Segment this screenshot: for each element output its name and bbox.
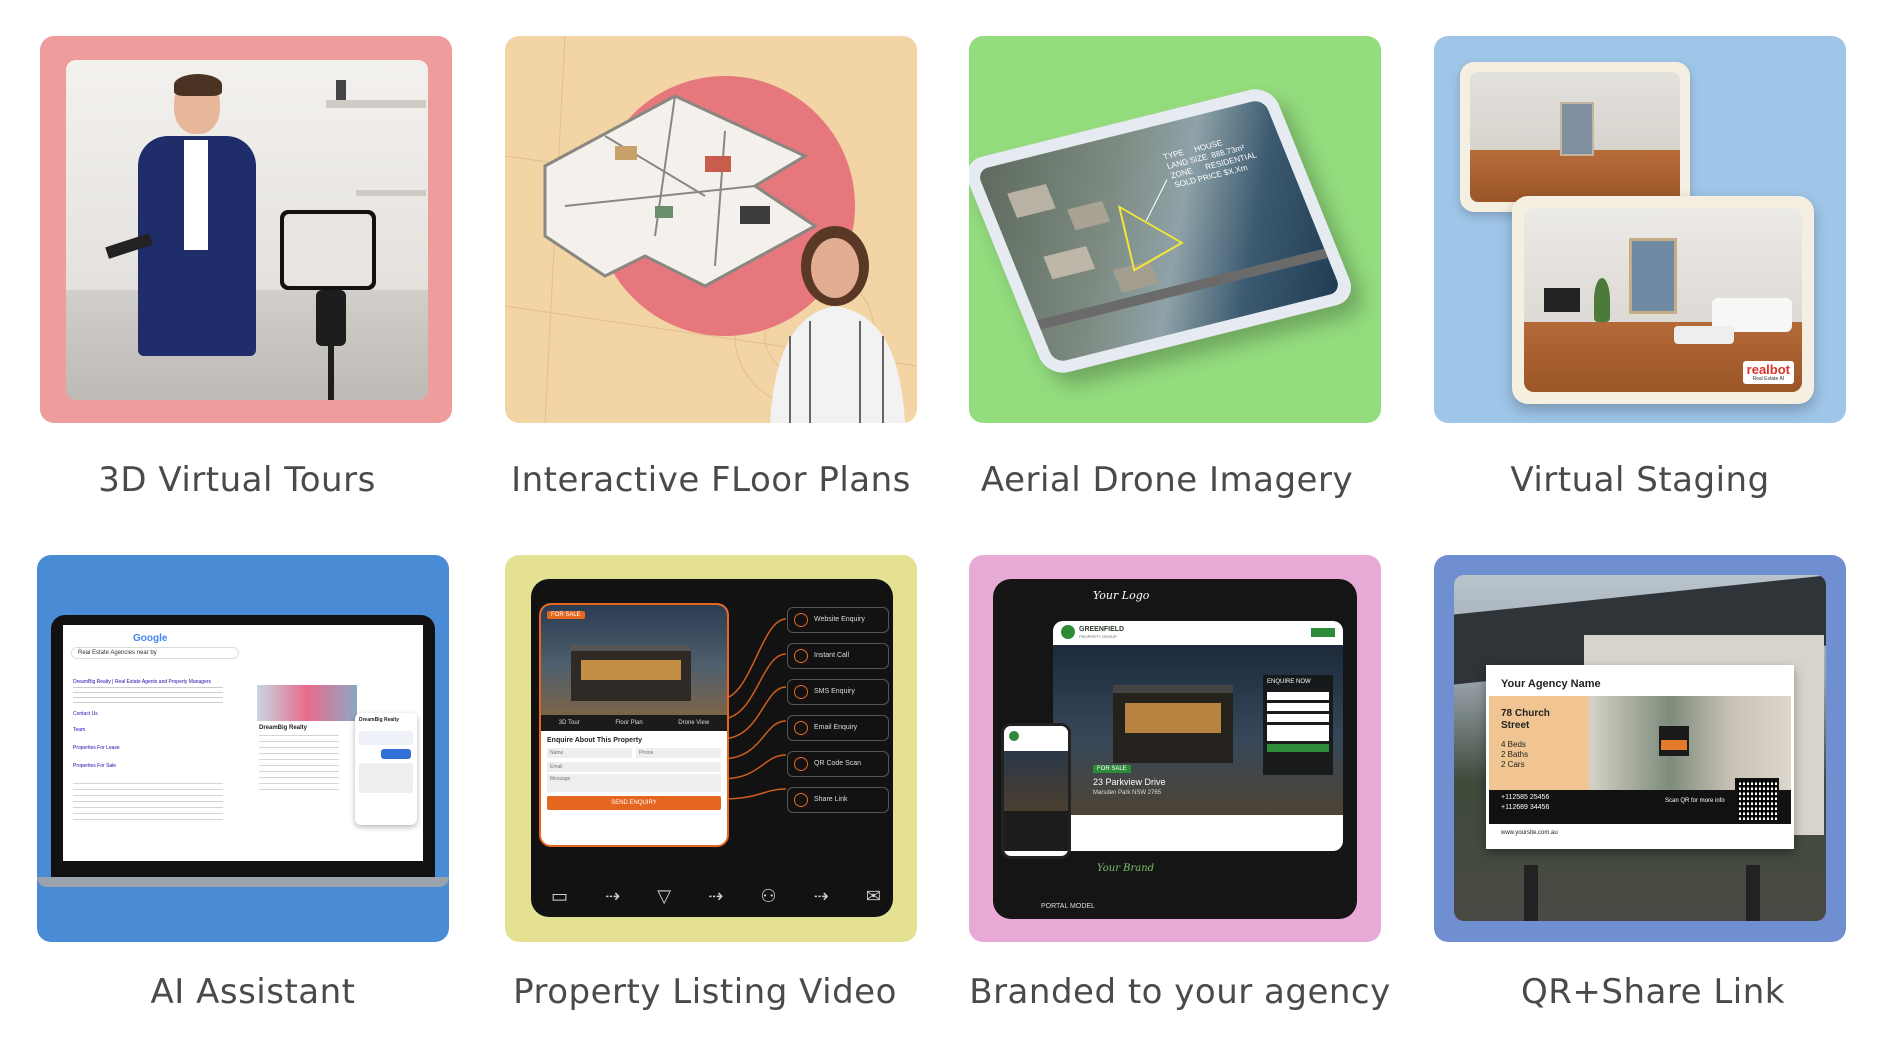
feature-card-ai-assistant[interactable]: Google Real Estate Agencies near by Drea… <box>37 555 449 942</box>
floor-plan-illustration <box>505 36 917 423</box>
workflow-icons-row: ▭ ⇢ ▽ ⇢ ⚇ ⇢ ✉ <box>551 885 881 906</box>
for-sale-sign: Your Agency Name 78 Church Street 4 Beds… <box>1486 665 1794 849</box>
qr-code-icon[interactable] <box>1735 778 1779 822</box>
realbot-logo: realbot Real Estate AI <box>1742 361 1794 384</box>
message-field[interactable]: Message <box>547 774 721 792</box>
staged-room-frame: realbot Real Estate AI <box>1512 196 1814 404</box>
feature-card-aerial-drone-imagery[interactable]: TYPE HOUSE LAND SIZE 888.73m² ZONE RESID… <box>969 36 1381 423</box>
option-website-enquiry[interactable]: Website Enquiry <box>787 607 889 633</box>
monitor-icon: ▭ <box>551 885 569 906</box>
option-qr-code-scan[interactable]: QR Code Scan <box>787 751 889 777</box>
feature-card-interactive-floor-plans[interactable] <box>505 36 917 423</box>
tablet-device: TYPE HOUSE LAND SIZE 888.73m² ZONE RESID… <box>969 84 1358 378</box>
mail-icon: ✉ <box>865 885 881 906</box>
feature-card-3d-virtual-tours[interactable] <box>40 36 452 423</box>
feature-card-virtual-staging[interactable]: realbot Real Estate AI <box>1434 36 1846 423</box>
brand-dark-screen: Your Logo GREENFIELD PROPERTY GROUP FOR … <box>993 579 1357 919</box>
send-enquiry-button[interactable]: SEND ENQUIRY <box>547 796 721 810</box>
option-share-link[interactable]: Share Link <box>787 787 889 813</box>
feature-title-3d-virtual-tours[interactable]: 3D Virtual Tours <box>7 460 467 500</box>
feature-card-branded-to-your-agency[interactable]: Your Logo GREENFIELD PROPERTY GROUP FOR … <box>969 555 1381 942</box>
listing-card: FOR SALE 3D Tour Floor Plan Drone View Enq… <box>539 603 729 847</box>
option-email-enquiry[interactable]: Email Enquiry <box>787 715 889 741</box>
feature-title-qr-share-link[interactable]: QR+Share Link <box>1423 972 1878 1012</box>
website-mockup: GREENFIELD PROPERTY GROUP FOR SALE 23 Pa… <box>1053 621 1343 851</box>
feature-card-property-listing-video[interactable]: FOR SALE 3D Tour Floor Plan Drone View Enq… <box>505 555 917 942</box>
laptop-device: Google Real Estate Agencies near by Drea… <box>51 615 435 883</box>
empty-room-frame <box>1460 62 1690 212</box>
aerial-map: TYPE HOUSE LAND SIZE 888.73m² ZONE RESID… <box>976 98 1342 364</box>
feature-title-property-listing-video[interactable]: Property Listing Video <box>475 972 935 1012</box>
google-search-screen: Google Real Estate Agencies near by Drea… <box>63 625 423 861</box>
option-sms-enquiry[interactable]: SMS Enquiry <box>787 679 889 705</box>
enquire-now-panel[interactable]: ENQUIRE NOW <box>1263 675 1333 775</box>
feature-title-virtual-staging[interactable]: Virtual Staging <box>1410 460 1870 500</box>
feature-title-ai-assistant[interactable]: AI Assistant <box>23 972 483 1012</box>
phone-field[interactable]: Phone <box>636 748 721 758</box>
enquiry-options: Website Enquiry Instant Call SMS Enquiry… <box>787 607 889 823</box>
funnel-icon: ▽ <box>657 885 672 906</box>
chat-widget[interactable]: DreamBig Realty <box>355 713 417 825</box>
people-icon: ⚇ <box>760 885 777 906</box>
phone-mockup <box>1001 723 1071 859</box>
video-dark-screen: FOR SALE 3D Tour Floor Plan Drone View Enq… <box>531 579 893 917</box>
virtual-tour-photo <box>66 60 428 400</box>
email-field[interactable]: Email <box>547 762 721 772</box>
feature-title-interactive-floor-plans[interactable]: Interactive FLoor Plans <box>481 460 941 500</box>
feature-title-branded-to-your-agency[interactable]: Branded to your agency <box>950 972 1410 1012</box>
feature-title-aerial-drone-imagery[interactable]: Aerial Drone Imagery <box>937 460 1397 500</box>
feature-card-qr-share-link[interactable]: Your Agency Name 78 Church Street 4 Beds… <box>1434 555 1846 942</box>
option-instant-call[interactable]: Instant Call <box>787 643 889 669</box>
name-field[interactable]: Name <box>547 748 632 758</box>
